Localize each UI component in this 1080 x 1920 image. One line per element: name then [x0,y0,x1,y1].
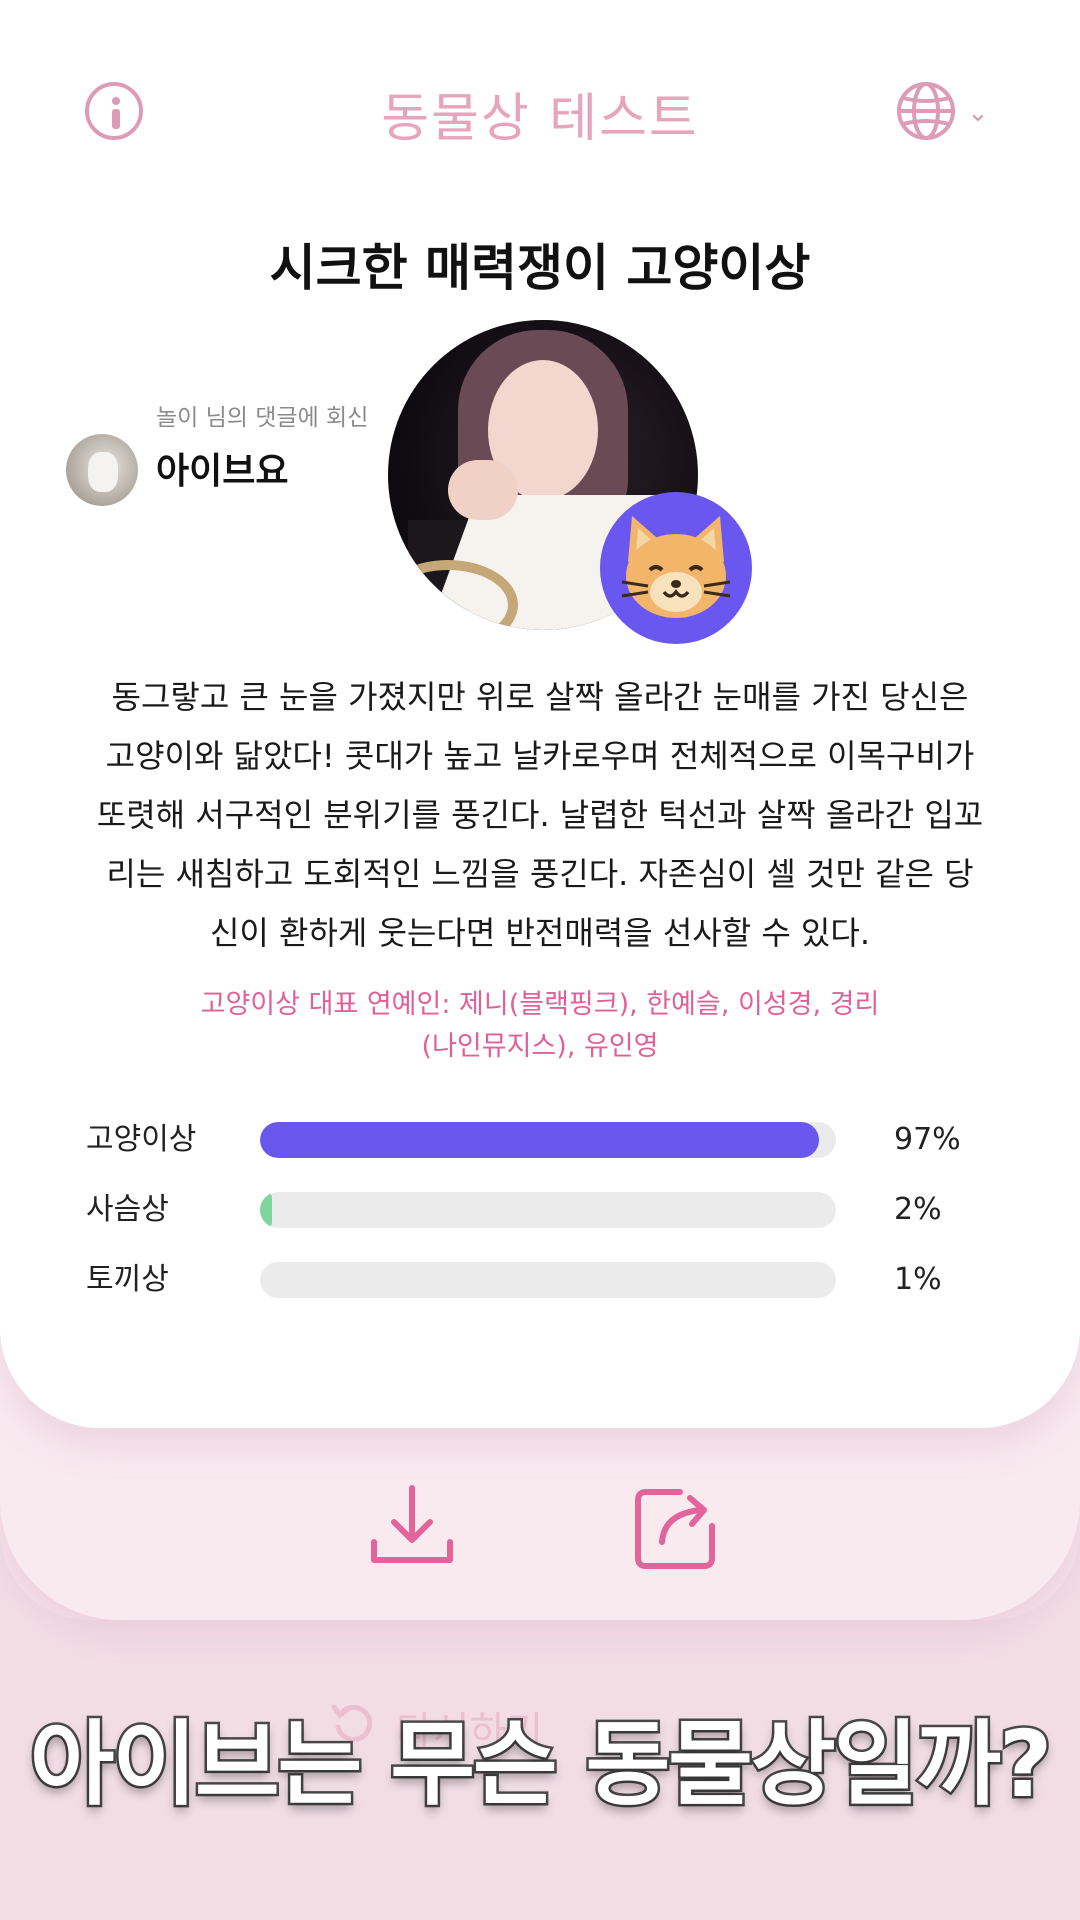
comment-text: 아이브요 [156,451,289,492]
celebs-line: (나인뮤지스), 유인영 [421,1031,659,1062]
score-percent: 1% [894,1262,942,1297]
share-button[interactable] [628,1480,720,1572]
app-header: 동물상 테스트 ⌄ [0,60,1080,156]
description-line: 리는 새침하고 도회적인 느낌을 풍긴다. 자존심이 셀 것만 같은 당 [106,855,974,893]
representative-celebrities: 고양이상 대표 연예인: 제니(블랙핑크), 한예슬, 이성경, 경리 (나인뮤… [140,984,940,1068]
score-bar-track [260,1262,836,1298]
result-title: 시크한 매력쟁이 고양이상 [269,239,811,297]
score-bar-track [260,1122,836,1158]
comment-reply-overlay: 놀이 님의 댓글에 회신 아이브요 [66,398,426,508]
language-selector[interactable]: ⌄ [895,80,1005,146]
share-icon [635,1489,715,1569]
description-line: 고양이와 닮았다! 콧대가 높고 날카로우며 전체적으로 이목구비가 [105,737,975,775]
result-description: 동그랗고 큰 눈을 가졌지만 위로 살짝 올라간 눈매를 가진 당신은 고양이와… [70,668,1010,963]
score-percent: 97% [894,1122,961,1157]
score-bar-track [260,1192,836,1228]
animal-badge [600,492,752,644]
globe-icon [897,82,955,140]
description-line: 동그랗고 큰 눈을 가졌지만 위로 살짝 올라간 눈매를 가진 당신은 [111,678,969,716]
description-line: 또렷해 서구적인 분위기를 풍긴다. 날렵한 턱선과 살짝 올라간 입꼬 [96,796,984,834]
score-row: 토끼상 1% [86,1258,1006,1302]
celebs-line: 고양이상 대표 연예인: 제니(블랙핑크), 한예슬, 이성경, 경리 [200,989,880,1020]
result-card: 동물상 테스트 ⌄ 시크한 매력쟁이 고양이상 놀이 님의 댓글에 회신 아이브… [0,0,1080,1428]
score-row: 고양이상 97% [86,1118,1006,1162]
download-icon [371,1485,453,1563]
download-button[interactable] [366,1480,458,1572]
video-caption: 아이브는 무슨 동물상일까? [27,1709,1054,1821]
avatar [66,434,138,506]
score-bar-fill [260,1192,272,1228]
description-line: 신이 환하게 웃는다면 반전매력을 선사할 수 있다. [209,914,870,952]
cat-face-icon [621,516,731,618]
score-label: 토끼상 [86,1262,169,1297]
score-label: 사슴상 [86,1192,169,1227]
score-percent: 2% [894,1192,942,1227]
score-bar-fill [260,1122,819,1158]
chevron-down-icon: ⌄ [967,98,989,128]
score-label: 고양이상 [86,1122,197,1157]
reply-caption: 놀이 님의 댓글에 회신 [156,405,369,431]
score-row: 사슴상 2% [86,1188,1006,1232]
